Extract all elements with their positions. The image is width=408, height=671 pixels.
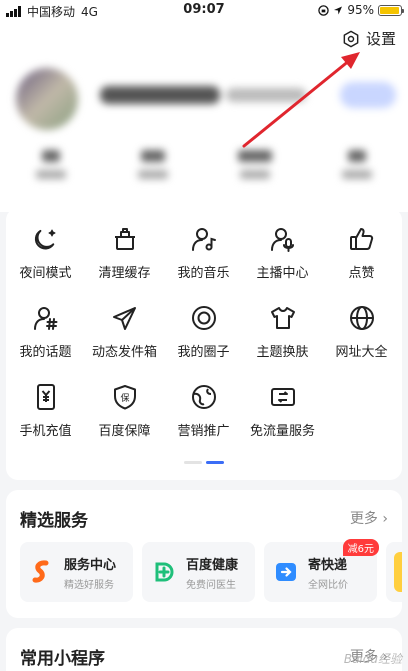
- service-tile-baidu-health[interactable]: 百度健康 免费问医生: [142, 542, 255, 602]
- grid-item-label: 清理缓存: [98, 266, 151, 281]
- circle-icon: [187, 301, 221, 335]
- more-label: 更多: [349, 511, 378, 527]
- grid-item-night-mode[interactable]: 夜间模式: [6, 222, 85, 281]
- settings-label: 设置: [365, 30, 396, 48]
- grid-item-data-free[interactable]: 免流量服务: [243, 380, 322, 439]
- grid-item-label: 主播中心: [256, 266, 309, 281]
- health-icon: [150, 558, 178, 586]
- grid-item-theme[interactable]: 主题换肤: [243, 301, 322, 360]
- stat-blurred[interactable]: [102, 150, 204, 179]
- grid-item-label: 我的圈子: [177, 345, 230, 360]
- page-dot-active: [206, 461, 224, 464]
- discount-badge: 减6元: [342, 539, 379, 556]
- grid-item-my-circle[interactable]: 我的圈子: [164, 301, 243, 360]
- grid-item-clean-cache[interactable]: 清理缓存: [85, 222, 164, 281]
- service-tile-express[interactable]: 寄快递全网比价 减6元: [264, 539, 379, 602]
- battery-percent: 95%: [347, 3, 374, 17]
- service-subtitle: 全网比价: [308, 579, 348, 591]
- grid-item-like[interactable]: 点赞: [322, 222, 401, 281]
- grid-item-label: 免流量服务: [249, 424, 315, 439]
- grid-item-label: 动态发件箱: [91, 345, 157, 360]
- service-tile-partial[interactable]: [386, 542, 402, 602]
- grid-item-label: 我的话题: [19, 345, 72, 360]
- grid-item-phone-recharge[interactable]: 手机充值: [6, 380, 85, 439]
- featured-services-card: 精选服务 更多 › 服务中心精选好服务 百度健康免费问医生 寄快递全网比价 减6…: [6, 490, 402, 618]
- shirt-icon: [266, 301, 300, 335]
- mini-programs-title: 常用小程序: [20, 649, 105, 669]
- grid-item-label: 营销推广: [177, 424, 230, 439]
- user-tag-blurred: [226, 88, 306, 102]
- mini-programs-card: 常用小程序 更多 ›: [6, 628, 402, 671]
- stat-blurred[interactable]: [0, 150, 102, 179]
- service-center-icon: [28, 558, 56, 586]
- grid-item-anchor-center[interactable]: 主播中心: [243, 222, 322, 281]
- service-name: 服务中心: [64, 557, 117, 573]
- grid-item-label: 百度保障: [98, 424, 151, 439]
- lock-rotation-icon: [318, 4, 330, 16]
- stat-blurred[interactable]: [204, 150, 306, 179]
- data-free-icon: [266, 380, 300, 414]
- send-icon: [108, 301, 142, 335]
- service-name: 寄快递: [308, 557, 348, 573]
- topic-icon: [29, 301, 63, 335]
- service-subtitle: 免费问医生: [186, 579, 236, 591]
- location-icon: [334, 6, 343, 14]
- service-subtitle: 精选好服务: [64, 579, 114, 591]
- express-icon: [272, 558, 300, 586]
- phone-recharge-icon: [29, 380, 63, 414]
- grid-item-marketing[interactable]: 营销推广: [164, 380, 243, 439]
- profile-header: 设置: [0, 22, 408, 212]
- baidu-jingyan-watermark: Baidu经验: [343, 652, 402, 666]
- clean-icon: [108, 222, 142, 256]
- status-bar: 中国移动 4G 09:07 95%: [0, 0, 408, 22]
- tools-card: 夜间模式 清理缓存 我的音乐 主播中心 点赞 我的话题 动态发件箱 我的圈子 主…: [6, 208, 402, 480]
- grid-item-outbox[interactable]: 动态发件箱: [85, 301, 164, 360]
- page-indicator: [6, 461, 402, 464]
- globe-icon: [345, 301, 379, 335]
- settings-button[interactable]: 设置: [342, 28, 396, 49]
- promote-icon: [187, 380, 221, 414]
- music-icon: [187, 222, 221, 256]
- avatar[interactable]: [16, 68, 78, 130]
- username-blurred: [100, 86, 220, 104]
- grid-item-url-directory[interactable]: 网址大全: [322, 301, 401, 360]
- moon-icon: [29, 222, 63, 256]
- service-tile-service-center[interactable]: 服务中心 精选好服务: [20, 542, 133, 602]
- service-name: 百度健康: [186, 557, 239, 573]
- partial-service-icon: [394, 552, 402, 592]
- grid-item-label: 网址大全: [335, 345, 388, 360]
- grid-item-label: 我的音乐: [177, 266, 230, 281]
- grid-item-label: 夜间模式: [19, 266, 72, 281]
- vip-button-blurred[interactable]: [340, 82, 396, 108]
- grid-item-my-music[interactable]: 我的音乐: [164, 222, 243, 281]
- featured-more-link[interactable]: 更多 ›: [350, 508, 388, 528]
- stat-blurred[interactable]: [306, 150, 408, 179]
- anchor-icon: [266, 222, 300, 256]
- grid-item-label: 点赞: [348, 266, 375, 281]
- battery-icon: [378, 4, 404, 16]
- grid-item-label: 主题换肤: [256, 345, 309, 360]
- chevron-right-icon: ›: [382, 511, 388, 527]
- svg-text:保: 保: [120, 392, 129, 404]
- thumb-up-icon: [345, 222, 379, 256]
- grid-item-baidu-guarantee[interactable]: 保 百度保障: [85, 380, 164, 439]
- shield-icon: 保: [108, 380, 142, 414]
- featured-title: 精选服务: [20, 511, 88, 531]
- grid-item-label: 手机充值: [19, 424, 72, 439]
- settings-hexagon-icon: [343, 30, 359, 47]
- grid-item-my-topics[interactable]: 我的话题: [6, 301, 85, 360]
- page-dot: [184, 461, 202, 464]
